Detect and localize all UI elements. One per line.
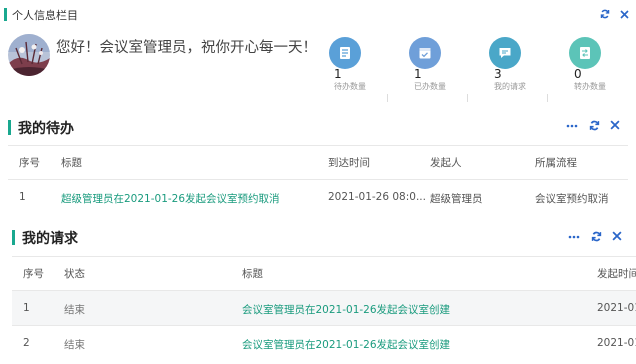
row-time: 2021-01 xyxy=(597,302,636,314)
panel-accent-bar xyxy=(8,120,11,135)
row-initiator: 超级管理员 xyxy=(430,193,483,205)
stat-label: 已办数量 xyxy=(414,82,446,91)
divider xyxy=(387,94,388,102)
column-header[interactable]: 序号 xyxy=(19,155,40,170)
divider xyxy=(8,145,628,146)
stat-count: 3 xyxy=(494,67,502,81)
column-header[interactable]: 标题 xyxy=(242,266,263,281)
pending-doc-icon xyxy=(329,37,361,69)
column-header[interactable]: 到达时间 xyxy=(328,155,370,170)
stat-count: 1 xyxy=(414,67,422,81)
column-header[interactable]: 标题 xyxy=(61,155,82,170)
column-header[interactable]: 发起时间 xyxy=(597,266,636,281)
row-time: 2021-01 xyxy=(597,337,636,349)
more-icon[interactable] xyxy=(567,230,581,244)
divider xyxy=(467,94,468,102)
my-requests-panel: 我的请求 序号 状态 标题 发起时间 1 结束 会议室管理员在2021-01-2… xyxy=(0,224,636,364)
divider xyxy=(547,94,548,102)
close-icon[interactable] xyxy=(608,118,622,132)
divider xyxy=(12,325,636,326)
row-number: 1 xyxy=(23,302,30,314)
stat-count: 0 xyxy=(574,67,582,81)
row-flow: 会议室预约取消 xyxy=(535,193,609,205)
row-number: 2 xyxy=(23,337,30,349)
stat-count: 1 xyxy=(334,67,342,81)
my-todo-panel: 我的待办 序号 标题 到达时间 发起人 所属流程 1 超级管理员在2021-01… xyxy=(0,107,636,224)
more-icon[interactable] xyxy=(565,119,579,133)
panel-title: 个人信息栏目 xyxy=(12,9,78,22)
stat-label: 待办数量 xyxy=(334,82,366,91)
column-header[interactable]: 序号 xyxy=(23,266,44,281)
row-time: 2021-01-26 08:0... xyxy=(328,191,426,203)
column-header[interactable]: 发起人 xyxy=(430,155,462,170)
row-title-link[interactable]: 超级管理员在2021-01-26发起会议室预约取消 xyxy=(61,191,280,206)
refresh-icon[interactable] xyxy=(589,229,603,243)
transfer-doc-icon xyxy=(569,37,601,69)
close-icon[interactable] xyxy=(610,229,624,243)
personal-info-panel: 个人信息栏目 您好！会议室管理员，祝你开心每一天！ 1 待办数量 1 已办数量 xyxy=(0,0,636,107)
row-number: 1 xyxy=(19,191,26,203)
column-header[interactable]: 所属流程 xyxy=(535,155,577,170)
refresh-icon[interactable] xyxy=(587,118,601,132)
request-chat-icon xyxy=(489,37,521,69)
row-title-link[interactable]: 会议室管理员在2021-01-26发起会议室创建 xyxy=(242,337,450,352)
row-status: 结束 xyxy=(64,339,85,351)
greeting-text: 您好！会议室管理员，祝你开心每一天！ xyxy=(56,40,317,56)
close-icon[interactable] xyxy=(617,7,631,21)
panel-title: 我的待办 xyxy=(18,121,74,137)
panel-title: 我的请求 xyxy=(22,231,78,247)
row-status: 结束 xyxy=(64,304,85,316)
stat-label: 转办数量 xyxy=(574,82,606,91)
avatar xyxy=(8,34,50,76)
divider xyxy=(12,256,636,257)
panel-accent-bar xyxy=(12,230,15,245)
column-header[interactable]: 状态 xyxy=(64,266,85,281)
done-calendar-icon xyxy=(409,37,441,69)
divider xyxy=(8,179,628,180)
panel-accent-bar xyxy=(4,8,7,21)
stat-label: 我的请求 xyxy=(494,82,526,91)
refresh-icon[interactable] xyxy=(598,7,612,21)
row-title-link[interactable]: 会议室管理员在2021-01-26发起会议室创建 xyxy=(242,302,450,317)
